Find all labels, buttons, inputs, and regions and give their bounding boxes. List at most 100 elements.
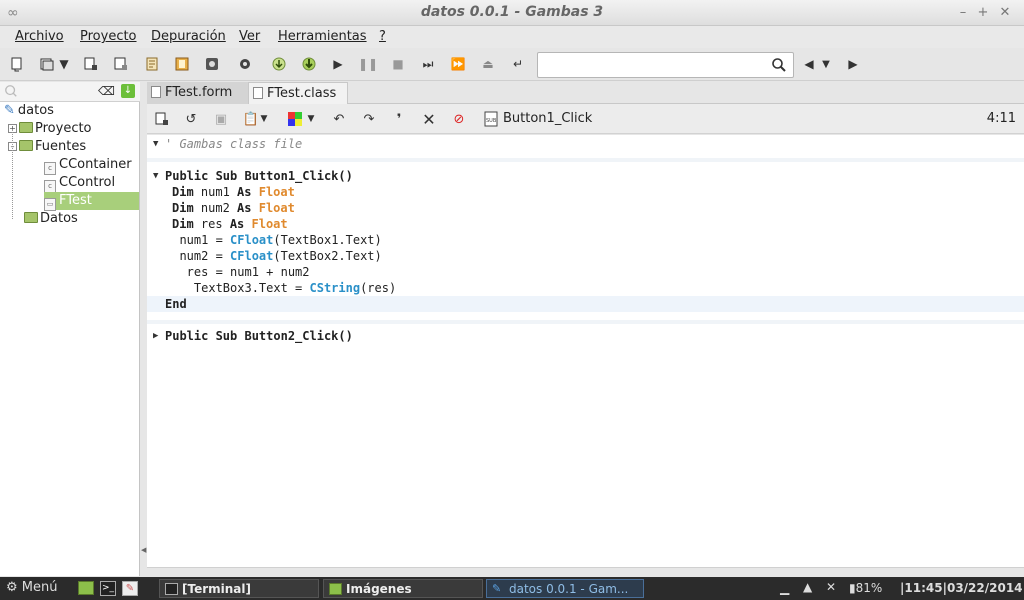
- tab-ftest-form[interactable]: FTest.form: [147, 82, 248, 104]
- tree-item-ftest[interactable]: ▭ FTest: [44, 192, 139, 211]
- open-project-icon[interactable]: [38, 55, 56, 73]
- code-text: (TextBox2.Text): [273, 249, 382, 263]
- battery-percent: 81%: [855, 581, 883, 595]
- play-icon[interactable]: ▶: [329, 55, 347, 73]
- folder-icon: [19, 140, 33, 151]
- terminal-launcher-icon[interactable]: >_: [100, 581, 116, 596]
- code-text: res = num1 + num2: [165, 265, 310, 279]
- clock[interactable]: |11:45|03/22/2014|: [900, 581, 1024, 595]
- fold-expanded-icon[interactable]: ▼: [153, 168, 158, 184]
- filter-search-icon: [5, 85, 17, 97]
- tree-item-ccontrol[interactable]: c CControl: [44, 174, 115, 193]
- folder-icon: [329, 583, 342, 595]
- clear-icon[interactable]: ⌫: [98, 84, 115, 98]
- chevron-down-icon[interactable]: ▼: [58, 55, 70, 73]
- comment-icon[interactable]: ❜: [390, 110, 408, 128]
- chevron-down-icon[interactable]: ▼: [306, 110, 316, 128]
- code-proc-name: Button2_Click(): [244, 329, 353, 343]
- compile-all-icon[interactable]: [300, 55, 318, 73]
- uncomment-icon[interactable]: ✕: [420, 110, 438, 129]
- refresh-icon[interactable]: ↓: [121, 84, 135, 98]
- redo-icon[interactable]: ↷: [360, 110, 378, 128]
- properties-icon[interactable]: [82, 55, 100, 73]
- task-terminal[interactable]: [Terminal]: [159, 579, 319, 598]
- code-editor[interactable]: ▼ ' Gambas class file ▼ Public Sub Button1…: [147, 135, 1024, 567]
- menu-ver[interactable]: Ver: [239, 29, 260, 44]
- menu-archivo[interactable]: Archivo: [15, 29, 64, 44]
- code-function: CString: [309, 281, 361, 295]
- maximize-icon[interactable]: +: [975, 5, 991, 21]
- task-gambas[interactable]: ✎ datos 0.0.1 - Gam...: [486, 579, 644, 598]
- tab-label: FTest.class: [267, 86, 337, 101]
- horizontal-scrollbar[interactable]: [147, 567, 1024, 576]
- tree-item-datos[interactable]: Datos: [24, 210, 78, 228]
- search-icon[interactable]: [771, 57, 787, 73]
- panel-splitter[interactable]: ◀: [140, 82, 147, 576]
- start-menu-label: Menú: [21, 580, 58, 595]
- code-text: num2 =: [165, 249, 231, 263]
- battery-indicator[interactable]: ▮81%: [849, 581, 882, 595]
- search-input[interactable]: [537, 52, 794, 78]
- task-imagenes[interactable]: Imágenes: [323, 579, 483, 598]
- fold-expanded-icon[interactable]: ▼: [153, 136, 158, 152]
- reload-icon[interactable]: ↺: [182, 110, 200, 128]
- chevron-down-icon[interactable]: ▼: [259, 110, 269, 128]
- battery-icon: ▮: [849, 581, 856, 595]
- file-manager-icon[interactable]: [78, 581, 94, 595]
- code-line-assign1: num1 = CFloat(TextBox1.Text): [147, 232, 1024, 248]
- history-down-icon[interactable]: ▼: [820, 55, 832, 73]
- code-keyword: Dim: [172, 201, 194, 215]
- taskbar: ⚙ Menú >_ ✎ [Terminal] Imágenes ✎ datos 0…: [0, 577, 1024, 600]
- back-icon[interactable]: ◀: [802, 55, 816, 73]
- undo-icon[interactable]: ↶: [330, 110, 348, 128]
- procedure-selector[interactable]: Button1_Click: [503, 111, 592, 126]
- code-function: CFloat: [230, 233, 274, 247]
- paste-icon[interactable]: 📋: [242, 110, 260, 128]
- folder-icon: [19, 122, 33, 133]
- menu-depuracion[interactable]: Depuración: [151, 29, 226, 44]
- editor-launcher-icon[interactable]: ✎: [122, 581, 138, 596]
- save-file-icon[interactable]: ▣: [212, 110, 230, 128]
- gear-icon[interactable]: [236, 55, 254, 73]
- minimize-icon[interactable]: –: [955, 5, 971, 21]
- code-text: num1: [193, 185, 238, 199]
- code-text: num1 =: [165, 233, 231, 247]
- menu-proyecto[interactable]: Proyecto: [80, 29, 137, 44]
- close-icon[interactable]: ✕: [997, 5, 1013, 21]
- compile-icon[interactable]: [270, 55, 288, 73]
- eject-icon[interactable]: ⏏: [479, 55, 497, 73]
- screenshot-icon[interactable]: [203, 55, 221, 73]
- tree-item-proyecto[interactable]: + Proyecto: [8, 120, 92, 138]
- code-separator: [147, 158, 1024, 162]
- return-icon[interactable]: ↵: [509, 55, 527, 73]
- tab-ftest-class[interactable]: FTest.class: [248, 82, 348, 104]
- network-icon[interactable]: ✕: [826, 580, 836, 594]
- edit-icon[interactable]: [143, 55, 161, 73]
- menu-herramientas[interactable]: Herramientas: [278, 29, 367, 44]
- forward-icon[interactable]: ▶: [844, 55, 862, 73]
- menu-help[interactable]: ?: [379, 29, 386, 44]
- properties-icon[interactable]: [153, 110, 171, 128]
- new-project-icon[interactable]: [8, 55, 26, 73]
- fold-collapsed-icon[interactable]: ▶: [153, 328, 158, 344]
- breakpoint-icon[interactable]: ⊘: [450, 110, 468, 128]
- tree-item-ccontainer[interactable]: c CContainer: [44, 156, 132, 175]
- stop-icon[interactable]: ■: [389, 55, 407, 73]
- book-icon[interactable]: [173, 55, 191, 73]
- tray-up-icon[interactable]: ▲: [803, 580, 812, 594]
- code-keyword: Public Sub: [165, 169, 245, 183]
- project-filter[interactable]: ⌫ ↓: [0, 82, 140, 102]
- step-over-icon[interactable]: ⏩: [449, 55, 467, 73]
- project-panel: ⌫ ↓ ✎ datos + Proyecto – Fuentes c CContaine…: [0, 82, 140, 576]
- tree-item-fuentes[interactable]: – Fuentes: [8, 138, 86, 156]
- pause-icon[interactable]: ❚❚: [358, 55, 378, 73]
- tree-root[interactable]: ✎ datos: [4, 102, 54, 120]
- color-icon[interactable]: [286, 110, 304, 128]
- splitter-arrow-icon[interactable]: ◀: [141, 546, 146, 554]
- save-icon[interactable]: [112, 55, 130, 73]
- start-menu-button[interactable]: ⚙ Menú: [6, 580, 58, 595]
- code-type: Float: [258, 201, 295, 215]
- minimize-all-icon[interactable]: ▁: [780, 581, 789, 595]
- step-icon[interactable]: ⏭: [419, 55, 437, 73]
- code-comment: ' Gambas class file: [165, 137, 303, 151]
